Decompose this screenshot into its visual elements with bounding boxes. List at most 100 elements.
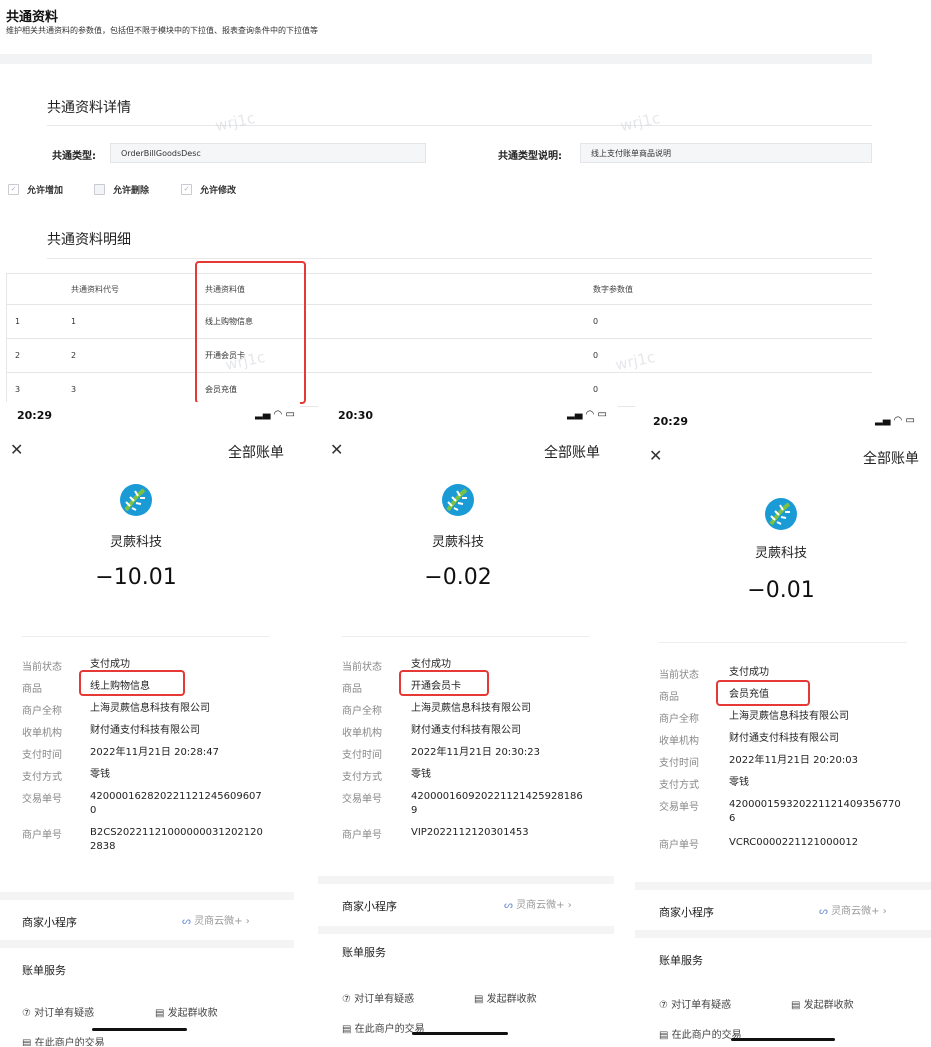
amount: −0.02 — [424, 565, 492, 590]
page-title: 共通资料 — [6, 10, 59, 25]
txn-no-value-line2: 9 — [411, 805, 418, 816]
phone-screen-2: 20:30 ▂▄ ◠ ▭ ✕ 全部账单 灵蕨科技 −0.02 当前状态 支付成功… — [318, 402, 618, 1047]
checkbox-allow-edit[interactable]: ✓ 允许修改 — [181, 183, 236, 196]
close-icon[interactable]: ✕ — [649, 446, 662, 465]
merchant-history-button[interactable]: ▤ 在此商户的交易 — [659, 1026, 742, 1041]
acquirer-label: 收单机构 — [342, 728, 382, 739]
column-header: 共通资料代号 — [63, 273, 197, 305]
mini-program-link[interactable]: ᔕ 灵商云微+ › — [504, 896, 572, 911]
home-indicator[interactable] — [412, 1032, 508, 1035]
pay-time-value: 2022年11月21日 20:28:47 — [90, 747, 219, 758]
pay-method-label: 支付方式 — [342, 772, 382, 783]
goods-label: 商品 — [342, 684, 362, 695]
receipt-icon: ▤ — [791, 1000, 801, 1011]
txn-no-value-line1: 420000159320221121409356770 — [729, 799, 901, 810]
table-row[interactable]: 1 1 线上购物信息 0 — [6, 304, 872, 339]
highlight-box-value-column — [195, 261, 306, 404]
txn-no-value-line1: 420000162820221121245609607 — [90, 791, 262, 802]
close-icon[interactable]: ✕ — [330, 440, 343, 459]
close-icon[interactable]: ✕ — [10, 440, 23, 459]
all-bills-link[interactable]: 全部账单 — [863, 448, 919, 468]
all-bills-link[interactable]: 全部账单 — [544, 442, 600, 462]
section-separator — [0, 940, 294, 948]
txn-no-label: 交易单号 — [342, 794, 382, 805]
pay-time-label: 支付时间 — [22, 750, 62, 761]
status-label: 当前状态 — [659, 670, 699, 681]
merchant-name: 灵蕨科技 — [109, 535, 162, 550]
bill-service-title: 账单服务 — [22, 964, 66, 977]
checkbox-allow-add[interactable]: ✓ 允许增加 — [8, 183, 63, 196]
status-time: 20:29 — [17, 409, 53, 422]
merchant-logo — [120, 484, 152, 516]
status-value: 支付成功 — [729, 667, 769, 678]
order-query-label: 对订单有疑惑 — [354, 994, 415, 1005]
merchant-fullname-label: 商户全称 — [342, 706, 382, 717]
section-separator — [0, 892, 294, 900]
group-collect-button[interactable]: ▤ 发起群收款 — [155, 1004, 218, 1019]
order-query-button[interactable]: ⑦ 对订单有疑惑 — [659, 996, 731, 1011]
group-collect-label: 发起群收款 — [167, 1008, 218, 1019]
list-icon: ▤ — [22, 1038, 32, 1046]
type-desc-field[interactable]: 线上支付账单商品说明 — [580, 143, 872, 163]
bill-service-title: 账单服务 — [659, 954, 703, 967]
pay-time-value: 2022年11月21日 20:20:03 — [729, 755, 858, 766]
page-subtitle: 维护相关共通资料的参数值，包括但不限于模块中的下拉值、报表查询条件中的下拉值等 — [6, 26, 318, 35]
signal-wifi-battery-icon: ▂▄ ◠ ▭ — [567, 409, 607, 420]
chevron-right-icon: › — [882, 906, 887, 917]
merchant-no-value: VCRC0000221121000012 — [729, 837, 859, 848]
divider — [659, 642, 907, 643]
highlight-box-goods — [79, 670, 185, 696]
list-icon: ▤ — [659, 1030, 669, 1041]
acquirer-label: 收单机构 — [659, 736, 699, 747]
merchant-logo — [442, 484, 474, 516]
checkbox-allow-delete[interactable]: 允许删除 — [94, 183, 149, 196]
acquirer-value: 财付通支付科技有限公司 — [411, 725, 521, 736]
order-query-button[interactable]: ⑦ 对订单有疑惑 — [22, 1004, 94, 1019]
type-field[interactable]: OrderBillGoodsDesc — [110, 143, 426, 163]
checkbox-label: 允许修改 — [200, 186, 237, 196]
group-collect-button[interactable]: ▤ 发起群收款 — [791, 996, 854, 1011]
detail-table-title: 共通资料明细 — [47, 232, 131, 248]
merchant-fullname-value: 上海灵蕨信息科技有限公司 — [729, 711, 849, 722]
signal-wifi-battery-icon: ▂▄ ◠ ▭ — [875, 415, 915, 426]
pay-method-label: 支付方式 — [659, 780, 699, 791]
merchant-fullname-value: 上海灵蕨信息科技有限公司 — [411, 703, 531, 714]
link-icon: ᔕ — [182, 916, 191, 927]
pay-method-value: 零钱 — [729, 777, 749, 788]
home-indicator[interactable] — [731, 1038, 835, 1041]
type-label: 共通类型: — [52, 151, 96, 162]
divider — [47, 125, 872, 126]
highlight-box-goods — [716, 680, 810, 706]
all-bills-link[interactable]: 全部账单 — [228, 442, 284, 462]
divider — [47, 258, 872, 259]
group-collect-button[interactable]: ▤ 发起群收款 — [474, 990, 537, 1005]
table-cell: 1 — [6, 304, 63, 339]
pay-method-label: 支付方式 — [22, 772, 62, 783]
order-query-button[interactable]: ⑦ 对订单有疑惑 — [342, 990, 414, 1005]
type-desc-label: 共通类型说明: — [498, 151, 562, 162]
chevron-right-icon: › — [567, 900, 572, 911]
group-collect-label: 发起群收款 — [803, 1000, 854, 1011]
section-separator — [635, 882, 931, 890]
merchant-history-button[interactable]: ▤ 在此商户的交易 — [22, 1034, 105, 1046]
mini-program-name: 灵商云微+ — [194, 916, 243, 927]
merchant-no-label: 商户单号 — [22, 830, 62, 841]
mini-program-label: 商家小程序 — [342, 900, 397, 913]
table-header-row: 共通资料代号 共通资料值 数字参数值 — [6, 273, 872, 305]
mini-program-link[interactable]: ᔕ 灵商云微+ › — [819, 902, 887, 917]
phone-screen-1: 20:29 ▂▄ ◠ ▭ ✕ 全部账单 灵蕨科技 −10.01 当前状态 支付成… — [0, 402, 300, 1047]
status-label: 当前状态 — [22, 662, 62, 673]
status-time: 20:30 — [338, 409, 374, 422]
checkbox-checked-icon: ✓ — [181, 184, 192, 195]
pay-time-value: 2022年11月21日 20:30:23 — [411, 747, 540, 758]
mini-program-link[interactable]: ᔕ 灵商云微+ › — [182, 912, 250, 927]
merchant-no-label: 商户单号 — [342, 830, 382, 841]
home-indicator[interactable] — [92, 1028, 187, 1031]
pay-time-label: 支付时间 — [659, 758, 699, 769]
receipt-icon: ▤ — [155, 1008, 165, 1019]
table-row[interactable]: 2 2 开通会员卡 0 — [6, 338, 872, 373]
acquirer-value: 财付通支付科技有限公司 — [90, 725, 200, 736]
status-label: 当前状态 — [342, 662, 382, 673]
checkbox-checked-icon: ✓ — [8, 184, 19, 195]
merchant-fullname-label: 商户全称 — [659, 714, 699, 725]
